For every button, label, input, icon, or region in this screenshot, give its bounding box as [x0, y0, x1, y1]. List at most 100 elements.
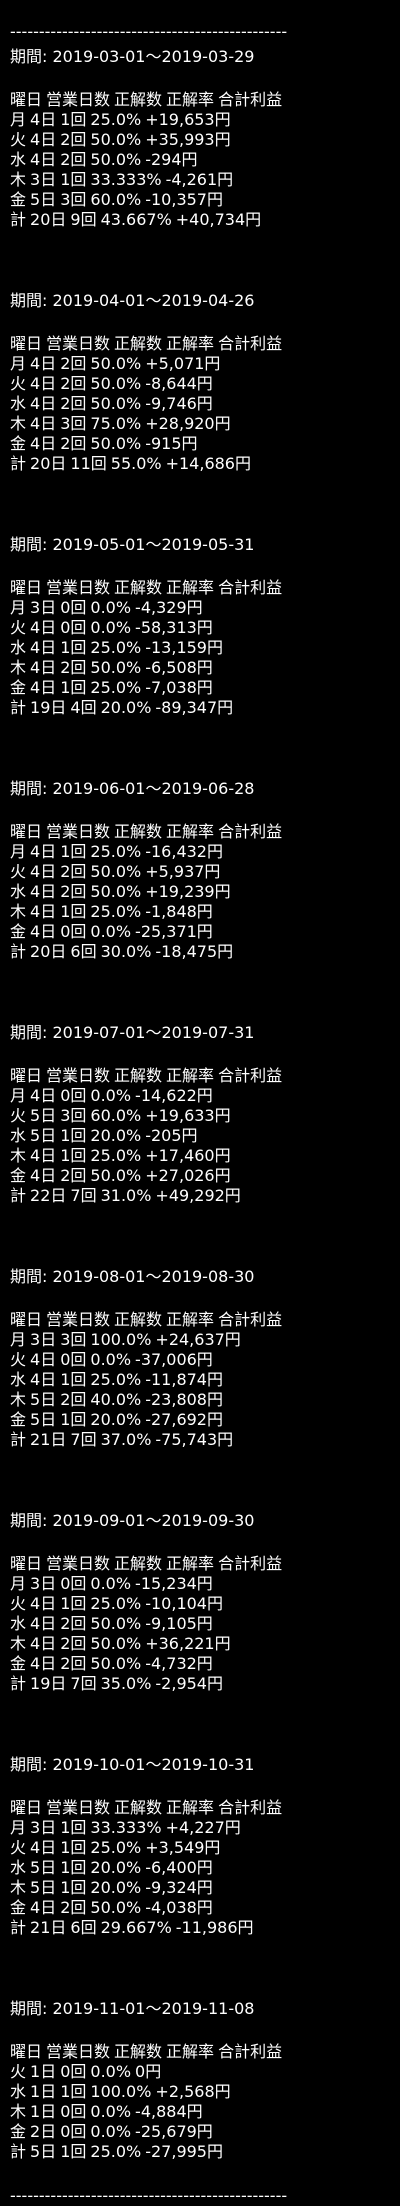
table-cell: -25,371円 [135, 922, 213, 941]
table-cell: 20日 [30, 210, 67, 229]
table-cell: 50.0% [90, 434, 142, 453]
table-cell: 1回 [60, 1838, 87, 1857]
column-header: 営業日数 [46, 578, 111, 597]
table-cell: 30.0% [100, 942, 152, 961]
table-cell: 火 [10, 1838, 27, 1857]
table-cell: 25.0% [90, 2142, 142, 2161]
table-cell: 計 [10, 942, 27, 961]
table-cell: 1回 [60, 110, 87, 129]
table-cell: 33.333% [90, 170, 162, 189]
column-header: 曜日 [10, 578, 43, 597]
table-cell: 0.0% [90, 2102, 132, 2121]
table-header-row: 曜日 営業日数 正解数 正解率 合計利益 [10, 334, 400, 354]
column-header: 営業日数 [46, 1066, 111, 1085]
column-header: 曜日 [10, 334, 43, 353]
table-cell: 25.0% [90, 638, 142, 657]
table-row: 水 4日 1回 25.0% -11,874円 [10, 1370, 400, 1390]
table-cell: -16,432円 [145, 842, 223, 861]
table-cell: 20日 [30, 454, 67, 473]
table-cell: 5日 [30, 1410, 57, 1429]
table-cell: 4日 [30, 922, 57, 941]
table-cell: 1回 [60, 1370, 87, 1389]
table-cell: -294円 [145, 150, 198, 169]
table-cell: +14,686円 [165, 454, 251, 473]
table-cell: 100.0% [90, 1330, 152, 1349]
table-cell: 4日 [30, 1370, 57, 1389]
table-cell: -9,324円 [145, 1878, 213, 1897]
total-row: 計 20日 11回 55.0% +14,686円 [10, 454, 400, 474]
table-cell: 4日 [30, 110, 57, 129]
table-cell: 木 [10, 414, 27, 433]
table-row: 月 4日 2回 50.0% +5,071円 [10, 354, 400, 374]
table-cell: 33.333% [90, 1818, 162, 1837]
table-cell: 金 [10, 190, 27, 209]
table-cell: 2回 [60, 354, 87, 373]
table-cell: +35,993円 [145, 130, 231, 149]
table-cell: 21日 [30, 1430, 67, 1449]
total-row: 計 19日 7回 35.0% -2,954円 [10, 1674, 400, 1694]
table-cell: 0回 [60, 1574, 87, 1593]
period-label: 期間: 2019-08-01～2019-08-30 [10, 1267, 255, 1286]
table-row: 月 3日 0回 0.0% -4,329円 [10, 598, 400, 618]
period-section: 期間: 2019-10-01～2019-10-31 曜日 営業日数 正解数 正解率 合計利… [10, 1754, 400, 1938]
table-cell: 5日 [30, 190, 57, 209]
table-cell: 木 [10, 658, 27, 677]
table-cell: 1日 [30, 2082, 57, 2101]
table-cell: 月 [10, 354, 27, 373]
table-cell: +5,071円 [145, 354, 221, 373]
table-cell: 55.0% [110, 454, 162, 473]
table-cell: 7回 [70, 1186, 97, 1205]
table-cell: 水 [10, 1126, 27, 1145]
table-cell: 月 [10, 110, 27, 129]
table-cell: 50.0% [90, 354, 142, 373]
period-label: 期間: 2019-09-01～2019-09-30 [10, 1511, 255, 1530]
table-cell: 水 [10, 394, 27, 413]
table-cell: 金 [10, 678, 27, 697]
table-cell: 水 [10, 1858, 27, 1877]
table-cell: 2回 [60, 1634, 87, 1653]
table-cell: 月 [10, 598, 27, 617]
period-section: 期間: 2019-06-01～2019-06-28 曜日 営業日数 正解数 正解率 合計利… [10, 778, 400, 962]
table-cell: 19日 [30, 1674, 67, 1693]
table-row: 月 3日 0回 0.0% -15,234円 [10, 1574, 400, 1594]
column-header: 正解数 [114, 2042, 163, 2061]
table-row: 金 4日 2回 50.0% -4,732円 [10, 1654, 400, 1674]
table-cell: 37.0% [100, 1430, 152, 1449]
table-cell: 4日 [30, 374, 57, 393]
column-header: 営業日数 [46, 334, 111, 353]
table-cell: 4日 [30, 1350, 57, 1369]
table-row: 木 4日 1回 25.0% +17,460円 [10, 1146, 400, 1166]
column-header: 正解率 [166, 1066, 215, 1085]
table-cell: 25.0% [90, 1146, 142, 1165]
table-cell: 木 [10, 902, 27, 921]
column-header: 合計利益 [218, 2042, 283, 2061]
table-cell: -7,038円 [145, 678, 213, 697]
table-row: 木 4日 1回 25.0% -1,848円 [10, 902, 400, 922]
table-cell: 水 [10, 882, 27, 901]
table-cell: 50.0% [90, 1166, 142, 1185]
table-cell: 25.0% [90, 1594, 142, 1613]
top-divider: ----------------------------------------… [10, 22, 288, 41]
table-row: 木 4日 3回 75.0% +28,920円 [10, 414, 400, 434]
table-header-row: 曜日 営業日数 正解数 正解率 合計利益 [10, 1066, 400, 1086]
column-header: 曜日 [10, 1310, 43, 1329]
table-cell: +19,653円 [145, 110, 231, 129]
table-row: 水 4日 2回 50.0% -9,746円 [10, 394, 400, 414]
table-cell: 50.0% [90, 1654, 142, 1673]
table-cell: 2回 [60, 1166, 87, 1185]
table-cell: 4日 [30, 434, 57, 453]
table-row: 木 5日 1回 20.0% -9,324円 [10, 1878, 400, 1898]
table-cell: +5,937円 [145, 862, 221, 881]
table-row: 木 3日 1回 33.333% -4,261円 [10, 170, 400, 190]
table-cell: +28,920円 [145, 414, 231, 433]
table-cell: 50.0% [90, 130, 142, 149]
table-cell: 1回 [60, 1126, 87, 1145]
table-cell: 月 [10, 1574, 27, 1593]
table-row: 火 4日 0回 0.0% -58,313円 [10, 618, 400, 638]
table-cell: 火 [10, 130, 27, 149]
table-cell: 4日 [30, 1146, 57, 1165]
table-cell: 計 [10, 210, 27, 229]
column-header: 営業日数 [46, 822, 111, 841]
table-cell: 3日 [30, 170, 57, 189]
table-cell: 7回 [70, 1430, 97, 1449]
